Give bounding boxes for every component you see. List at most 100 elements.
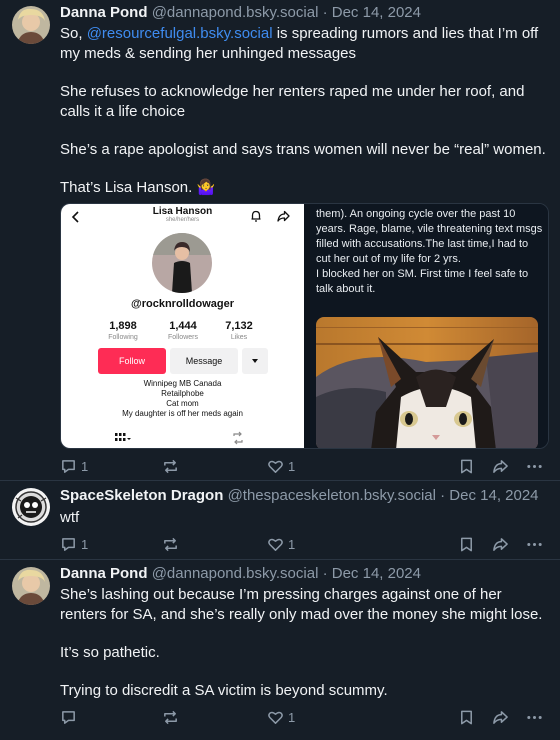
reply-button[interactable] — [60, 707, 81, 727]
repost-icon — [164, 710, 177, 724]
bookmark-button[interactable] — [458, 534, 475, 554]
paragraph: She’s a rape apologist and says trans wo… — [60, 141, 546, 158]
avatar[interactable] — [12, 488, 50, 526]
repost-button[interactable] — [162, 456, 183, 476]
more-icon — [527, 542, 542, 546]
post-actions: 1 1 — [60, 456, 550, 476]
text-screenshot[interactable]: them). An ongoing cycle over the past 10… — [310, 204, 548, 448]
bookmark-icon — [461, 537, 472, 551]
more-button[interactable] — [526, 707, 543, 727]
heart-icon — [268, 538, 283, 551]
paragraph: She refuses to acknowledge her renters r… — [60, 83, 525, 120]
reply-icon — [62, 710, 75, 724]
post-text: She’s lashing out because I’m pressing c… — [60, 585, 552, 719]
post-actions: 1 1 — [60, 534, 550, 554]
post-text: So, @resourcefulgal.bsky.social is sprea… — [60, 24, 552, 216]
reply-button[interactable]: 1 — [60, 534, 88, 554]
follow-button: Follow — [98, 348, 166, 374]
likes-count: 7,132 — [225, 320, 253, 332]
caret-down-icon — [252, 359, 258, 363]
repost-icon — [164, 537, 177, 551]
reply-icon — [62, 537, 75, 551]
post-3[interactable]: Danna Pond @dannapond.bsky.social · Dec … — [0, 560, 560, 740]
more-icon — [527, 464, 542, 468]
author-handle[interactable]: @thespaceskeleton.bsky.social — [228, 487, 436, 504]
like-button[interactable]: 1 — [267, 534, 295, 554]
repost-button[interactable] — [162, 707, 183, 727]
post-1[interactable]: Danna Pond @dannapond.bsky.social · Dec … — [0, 0, 560, 480]
profile-name: Lisa Hanson — [152, 206, 213, 217]
paragraph: Trying to discredit a SA victim is beyon… — [60, 682, 388, 699]
likes-label: Likes — [230, 334, 248, 341]
more-button[interactable] — [526, 456, 543, 476]
profile-picture — [152, 233, 212, 293]
author-name[interactable]: SpaceSkeleton Dragon — [60, 487, 223, 504]
heart-icon — [268, 460, 283, 473]
more-button[interactable] — [526, 534, 543, 554]
avatar[interactable] — [12, 6, 50, 44]
reply-count: 1 — [81, 536, 89, 552]
mention-link[interactable]: @resourcefulgal.bsky.social — [87, 25, 273, 42]
grid-tab-icon — [115, 433, 131, 441]
screenshot-text: them). An ongoing cycle over the past 10… — [316, 208, 543, 295]
post-header: SpaceSkeleton Dragon @thespaceskeleton.b… — [60, 486, 539, 506]
reply-icon — [62, 459, 75, 473]
bookmark-button[interactable] — [458, 456, 475, 476]
bio-line: My daughter is off her meds again — [122, 409, 243, 418]
reply-count: 1 — [81, 458, 89, 474]
dropdown-button — [242, 348, 268, 374]
post-header: Danna Pond @dannapond.bsky.social · Dec … — [60, 564, 421, 584]
share-icon — [493, 537, 508, 551]
bio-line: Cat mom — [166, 399, 199, 408]
post-date[interactable]: · Dec 14, 2024 — [440, 487, 538, 504]
post-2[interactable]: SpaceSkeleton Dragon @thespaceskeleton.b… — [0, 481, 560, 559]
bio-line: Retailphobe — [161, 389, 204, 398]
following-label: Following — [108, 334, 138, 341]
reply-button[interactable]: 1 — [60, 456, 88, 476]
share-button[interactable] — [492, 534, 509, 554]
profile-pronouns: she/her/hers — [165, 217, 200, 223]
like-count: 1 — [288, 458, 296, 474]
following-count: 1,898 — [109, 320, 137, 332]
bookmark-button[interactable] — [458, 707, 475, 727]
author-name[interactable]: Danna Pond — [60, 565, 148, 582]
tiktok-screenshot[interactable]: Lisa Hanson she/her/hers @rocknrolldowag… — [61, 204, 304, 448]
post-date[interactable]: · Dec 14, 2024 — [323, 4, 421, 21]
like-count: 1 — [288, 536, 296, 552]
profile-username: @rocknrolldowager — [130, 298, 235, 310]
paragraph: wtf — [60, 509, 80, 526]
image-embed[interactable]: Lisa Hanson she/her/hers @rocknrolldowag… — [60, 203, 549, 449]
like-count: 1 — [288, 709, 296, 725]
post-actions: 1 — [60, 707, 550, 727]
like-button[interactable]: 1 — [267, 456, 295, 476]
like-button[interactable]: 1 — [267, 707, 295, 727]
avatar[interactable] — [12, 567, 50, 605]
author-handle[interactable]: @dannapond.bsky.social — [152, 565, 319, 582]
paragraph: She’s lashing out because I’m pressing c… — [60, 586, 543, 623]
paragraph: That’s Lisa Hanson. 🤷‍♀️ — [60, 179, 216, 196]
bookmark-icon — [461, 710, 472, 724]
share-button[interactable] — [492, 456, 509, 476]
author-handle[interactable]: @dannapond.bsky.social — [152, 4, 319, 21]
repost-icon — [164, 459, 177, 473]
back-arrow-icon — [71, 211, 79, 223]
share-icon — [493, 459, 508, 473]
message-button: Message — [170, 348, 238, 374]
bell-icon — [251, 210, 261, 222]
post-header: Danna Pond @dannapond.bsky.social · Dec … — [60, 3, 421, 23]
followers-label: Followers — [168, 334, 198, 341]
repost-button[interactable] — [162, 534, 183, 554]
share-button[interactable] — [492, 707, 509, 727]
post-date[interactable]: · Dec 14, 2024 — [323, 565, 421, 582]
more-icon — [527, 715, 542, 719]
share-arrow-icon — [277, 210, 290, 222]
heart-icon — [268, 711, 283, 724]
share-icon — [493, 710, 508, 724]
profile-bio: Winnipeg MB Canada Retailphobe Cat mom M… — [71, 379, 294, 419]
followers-count: 1,444 — [169, 320, 197, 332]
text-prefix: So, — [60, 25, 87, 42]
bio-line: Winnipeg MB Canada — [143, 379, 222, 388]
repost-tab-icon — [233, 431, 243, 445]
bookmark-icon — [461, 459, 472, 473]
author-name[interactable]: Danna Pond — [60, 4, 148, 21]
